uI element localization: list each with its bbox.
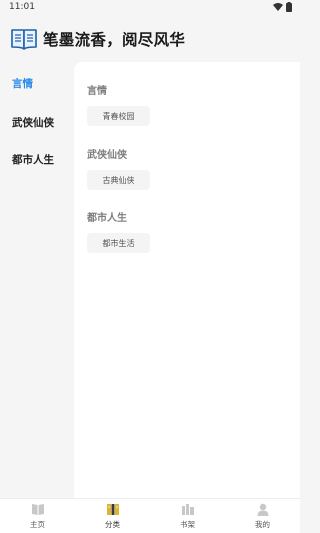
nav-bookshelf-label: 书架: [180, 520, 195, 529]
nav-home-label: 主页: [30, 520, 45, 529]
status-bar: 11:01: [0, 0, 300, 14]
nav-category-label: 分类: [105, 520, 120, 529]
page-title: 笔墨流香，阅尽风华: [43, 31, 186, 49]
user-icon: [257, 503, 268, 516]
category-content-panel: 言情 青春校园 武侠仙侠 古典仙侠 都市人生 都市生活: [74, 62, 300, 498]
section-title: 言情: [87, 86, 107, 97]
wifi-icon: [273, 3, 283, 11]
category-books-icon: [106, 504, 119, 515]
status-time: 11:01: [9, 2, 35, 12]
nav-home[interactable]: 主页: [0, 499, 75, 533]
section-urban: 都市人生 都市生活: [87, 209, 150, 253]
nav-category[interactable]: 分类: [75, 499, 150, 533]
bottom-nav: 主页 分类 书架 我的: [0, 498, 300, 533]
status-icons: [273, 2, 292, 12]
section-wuxia: 武侠仙侠 古典仙侠: [87, 146, 150, 190]
chip-urban-life[interactable]: 都市生活: [87, 233, 150, 253]
sidebar-item-romance[interactable]: 言情: [12, 76, 33, 91]
section-title: 都市人生: [87, 213, 127, 224]
open-book-icon: [11, 29, 37, 50]
nav-profile[interactable]: 我的: [225, 499, 300, 533]
chip-classic-xianxia[interactable]: 古典仙侠: [87, 170, 150, 190]
nav-profile-label: 我的: [255, 520, 270, 529]
chip-youth-campus[interactable]: 青春校园: [87, 106, 150, 126]
category-sidebar: 言情 武侠仙侠 都市人生: [0, 62, 74, 498]
section-title: 武侠仙侠: [87, 150, 127, 161]
nav-bookshelf[interactable]: 书架: [150, 499, 225, 533]
sidebar-item-urban[interactable]: 都市人生: [12, 152, 54, 167]
app-header: 笔墨流香，阅尽风华: [0, 22, 300, 56]
bookshelf-icon: [181, 504, 194, 515]
sidebar-item-wuxia[interactable]: 武侠仙侠: [12, 115, 54, 130]
home-book-icon: [31, 504, 44, 515]
section-romance: 言情 青春校园: [87, 82, 150, 126]
battery-icon: [286, 2, 292, 12]
